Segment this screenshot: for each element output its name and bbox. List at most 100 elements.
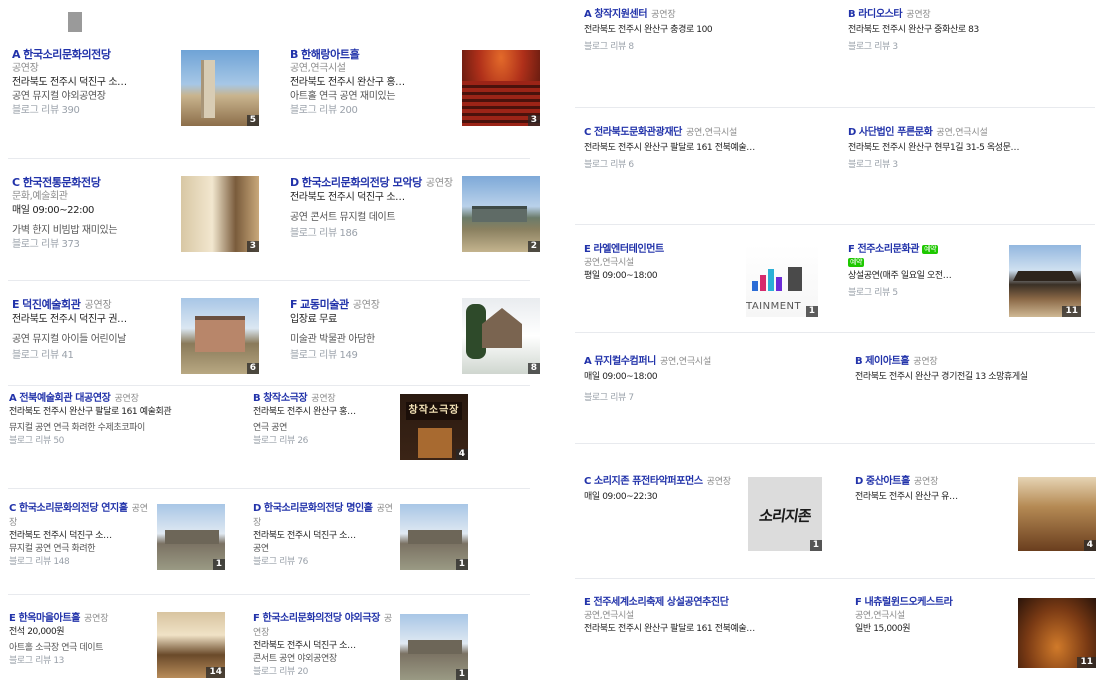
blog-review-link[interactable]: 블로그 리뷰 76: [253, 556, 393, 569]
blog-review-link[interactable]: 블로그 리뷰 5: [848, 287, 998, 300]
place-title[interactable]: A 전북예술회관 대공연장 공연장: [9, 392, 241, 406]
place-title[interactable]: B 창작소극장 공연장: [253, 392, 393, 406]
place-name-link[interactable]: 전라북도문화관광재단: [594, 127, 682, 138]
place-thumbnail[interactable]: 3: [181, 176, 259, 252]
place-thumbnail[interactable]: 14: [157, 612, 225, 678]
blog-review-link[interactable]: 블로그 리뷰 7: [584, 392, 824, 405]
place-name-link[interactable]: 제이아트홀: [865, 356, 909, 367]
place-name-link[interactable]: 한옥마을아트홀: [18, 613, 80, 624]
place-card[interactable]: F 내츄럴윈드오케스트라 공연,연극시설 일반 15,000원: [855, 596, 1005, 636]
place-name-link[interactable]: 라디오스타: [858, 9, 902, 20]
blog-review-link[interactable]: 블로그 리뷰 6: [584, 159, 824, 172]
place-name-link[interactable]: 뮤지컬수컴퍼니: [594, 356, 656, 367]
booking-badge[interactable]: 예약: [848, 258, 865, 267]
place-thumbnail[interactable]: 11: [1018, 598, 1096, 668]
place-card[interactable]: A 창작지원센터 공연장 전라북도 전주시 완산구 충경로 100 블로그 리뷰 8: [584, 8, 824, 54]
blog-review-link[interactable]: 블로그 리뷰 8: [584, 41, 824, 54]
place-name-link[interactable]: 전북예술회관 대공연장: [19, 393, 110, 404]
place-thumbnail[interactable]: 1: [400, 504, 468, 570]
place-card[interactable]: D 중산아트홀 공연장 전라북도 전주시 완산구 유…: [855, 475, 1005, 504]
place-name-link[interactable]: 한국소리문화의전당 명인홀: [264, 503, 373, 514]
place-thumbnail[interactable]: 11: [1009, 245, 1081, 317]
place-name-link[interactable]: 중산아트홀: [866, 476, 910, 487]
place-name-link[interactable]: 한국전통문화전당: [23, 176, 101, 189]
place-thumbnail[interactable]: 4: [1018, 477, 1096, 551]
place-name-link[interactable]: 한국소리문화의전당 야외극장: [262, 613, 380, 624]
blog-review-link[interactable]: 블로그 리뷰 186: [290, 227, 454, 241]
place-card[interactable]: A 뮤지컬수컴퍼니 공연,연극시설 매일 09:00~18:00 블로그 리뷰 7: [584, 355, 824, 405]
place-card[interactable]: B 창작소극장 공연장 전라북도 전주시 완산구 홍… 연극 공연 블로그 리뷰 2…: [253, 392, 393, 448]
booking-badge[interactable]: 예약: [922, 244, 939, 254]
place-title[interactable]: D 한국소리문화의전당 모악당 공연장: [290, 176, 454, 191]
place-card[interactable]: F 한국소리문화의전당 야외극장 공연장 전라북도 전주시 덕진구 소… 콘서트 공…: [253, 612, 393, 679]
place-card[interactable]: E 한옥마을아트홀 공연장 전석 20,000원 아트홀 소극장 연극 데이트 블로…: [9, 612, 149, 668]
place-name-link[interactable]: 한국소리문화의전당 모악당: [302, 176, 422, 189]
place-thumbnail[interactable]: 1: [157, 504, 225, 570]
place-title[interactable]: D 한국소리문화의전당 명인홀 공연장: [253, 502, 393, 530]
place-thumbnail[interactable]: 6: [181, 298, 259, 374]
place-title[interactable]: C 한국소리문화의전당 연지홀 공연장: [9, 502, 149, 530]
place-thumbnail[interactable]: 1: [400, 614, 468, 680]
place-name-link[interactable]: 한국소리문화의전당 연지홀: [19, 503, 128, 514]
place-card[interactable]: C 한국전통문화전당 문화,예술회관 매일 09:00~22:00 가벽 한지 비…: [12, 176, 172, 252]
place-card[interactable]: B 제이아트홀 공연장 전라북도 전주시 완산구 경기전길 13 소망휴게실: [855, 355, 1095, 384]
place-name-link[interactable]: 창작지원센터: [594, 9, 647, 20]
place-title[interactable]: C 전라북도문화관광재단 공연,연극시설: [584, 126, 824, 140]
place-card[interactable]: B 한해랑아트홀 공연,연극시설 전라북도 전주시 완산구 홍… 아트홀 연극 공…: [290, 48, 450, 118]
place-name-link[interactable]: 소리지존 퓨전타악퍼포먼스: [594, 476, 703, 487]
place-name-link[interactable]: 전주세계소리축제 상설공연추진단: [593, 597, 728, 608]
place-title[interactable]: C 한국전통문화전당: [12, 176, 172, 190]
place-title[interactable]: F 전주소리문화관 예약: [848, 243, 998, 257]
place-card[interactable]: E 라엘엔터테인먼트 공연,연극시설 평일 09:00~18:00: [584, 243, 734, 283]
place-name-link[interactable]: 덕진예술회관: [22, 298, 81, 311]
blog-review-link[interactable]: 블로그 리뷰 20: [253, 666, 393, 679]
place-name-link[interactable]: 라엘엔터테인먼트: [593, 244, 664, 255]
place-name-link[interactable]: 교동미술관: [300, 298, 349, 311]
place-card[interactable]: E 덕진예술회관 공연장 전라북도 전주시 덕진구 권… 공연 뮤지컬 아이들 어린…: [12, 298, 172, 363]
place-title[interactable]: A 한국소리문화의전당: [12, 48, 172, 62]
place-title[interactable]: D 사단법인 푸른문화 공연,연극시설: [848, 126, 1088, 140]
place-card[interactable]: D 한국소리문화의전당 명인홀 공연장 전라북도 전주시 덕진구 소… 공연 블로그…: [253, 502, 393, 569]
place-card[interactable]: C 전라북도문화관광재단 공연,연극시설 전라북도 전주시 완산구 팔달로 161 …: [584, 126, 824, 172]
place-title[interactable]: F 교동미술관 공연장: [290, 298, 450, 313]
place-card[interactable]: D 사단법인 푸른문화 공연,연극시설 전라북도 전주시 완산구 현무1길 31-5…: [848, 126, 1088, 172]
place-thumbnail[interactable]: 2: [462, 176, 540, 252]
place-name-link[interactable]: 내츄럴윈드오케스트라: [864, 597, 952, 608]
place-thumbnail[interactable]: 소리지존 1: [748, 477, 822, 551]
place-title[interactable]: A 창작지원센터 공연장: [584, 8, 824, 22]
place-title[interactable]: A 뮤지컬수컴퍼니 공연,연극시설: [584, 355, 824, 369]
place-thumbnail[interactable]: 5: [181, 50, 259, 126]
place-name-link[interactable]: 한국소리문화의전당: [23, 48, 111, 61]
place-card[interactable]: D 한국소리문화의전당 모악당 공연장 전라북도 전주시 덕진구 소… 공연 콘서트…: [290, 176, 454, 241]
place-title[interactable]: E 라엘엔터테인먼트: [584, 243, 734, 257]
place-card[interactable]: F 교동미술관 공연장 입장료 무료 미술관 박물관 아담한 블로그 리뷰 149: [290, 298, 450, 363]
place-card[interactable]: B 라디오스타 공연장 전라북도 전주시 완산구 중화산로 83 블로그 리뷰 3: [848, 8, 1088, 54]
place-name-link[interactable]: 전주소리문화관: [857, 244, 919, 255]
blog-review-link[interactable]: 블로그 리뷰 148: [9, 556, 149, 569]
place-title[interactable]: E 한옥마을아트홀 공연장: [9, 612, 149, 626]
blog-review-link[interactable]: 블로그 리뷰 3: [848, 159, 1088, 172]
place-thumbnail[interactable]: 창작소극장 4: [400, 394, 468, 460]
blog-review-link[interactable]: 블로그 리뷰 13: [9, 655, 149, 668]
blog-review-link[interactable]: 블로그 리뷰 200: [290, 104, 450, 118]
place-title[interactable]: F 내츄럴윈드오케스트라: [855, 596, 1005, 610]
blog-review-link[interactable]: 블로그 리뷰 50: [9, 435, 241, 448]
place-thumbnail[interactable]: TAINMENT 1: [746, 245, 818, 317]
place-name-link[interactable]: 창작소극장: [263, 393, 307, 404]
place-card[interactable]: A 한국소리문화의전당 공연장 전라북도 전주시 덕진구 소… 공연 뮤지컬 야외…: [12, 48, 172, 118]
place-title[interactable]: E 전주세계소리축제 상설공연추진단: [584, 596, 824, 610]
place-card[interactable]: C 한국소리문화의전당 연지홀 공연장 전라북도 전주시 덕진구 소… 뮤지컬 공연…: [9, 502, 149, 569]
place-title[interactable]: E 덕진예술회관 공연장: [12, 298, 172, 313]
place-card[interactable]: A 전북예술회관 대공연장 공연장 전라북도 전주시 완산구 팔달로 161 예술회…: [9, 392, 241, 448]
place-title[interactable]: D 중산아트홀 공연장: [855, 475, 1005, 489]
place-thumbnail[interactable]: 8: [462, 298, 540, 374]
place-name-link[interactable]: 사단법인 푸른문화: [859, 127, 933, 138]
place-thumbnail[interactable]: 3: [462, 50, 540, 126]
blog-review-link[interactable]: 블로그 리뷰 41: [12, 349, 172, 363]
place-title[interactable]: B 한해랑아트홀: [290, 48, 450, 62]
place-title[interactable]: F 한국소리문화의전당 야외극장 공연장: [253, 612, 393, 640]
place-card[interactable]: E 전주세계소리축제 상설공연추진단 공연,연극시설 전라북도 전주시 완산구 팔…: [584, 596, 824, 636]
blog-review-link[interactable]: 블로그 리뷰 149: [290, 349, 450, 363]
place-title[interactable]: B 제이아트홀 공연장: [855, 355, 1095, 369]
blog-review-link[interactable]: 블로그 리뷰 390: [12, 104, 172, 118]
